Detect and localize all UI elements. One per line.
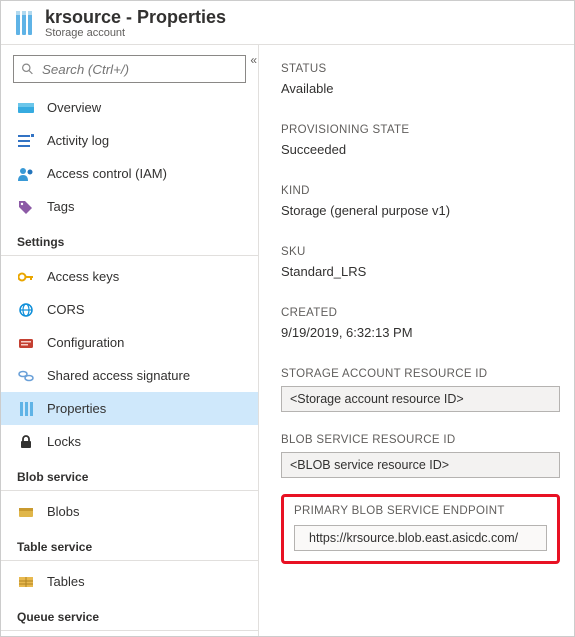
section-settings: Settings (1, 223, 258, 256)
nav-overview[interactable]: Overview (1, 91, 258, 124)
prop-status-value: Available (281, 81, 560, 96)
overview-icon (17, 99, 35, 117)
nav-label: Overview (47, 100, 101, 115)
properties-icon (17, 400, 35, 418)
configuration-icon (17, 334, 35, 352)
blobs-icon (17, 503, 35, 521)
prop-endpoint-box[interactable]: https://krsource.blob.east.asicdc.com/ (294, 525, 547, 551)
nav-label: Properties (47, 401, 106, 416)
nav-label: Blobs (47, 504, 80, 519)
nav-properties[interactable]: Properties (1, 392, 258, 425)
nav-activity-log[interactable]: Activity log (1, 124, 258, 157)
tables-icon (17, 573, 35, 591)
lock-icon (17, 433, 35, 451)
prop-sku-label: SKU (281, 246, 560, 258)
prop-created-value: 9/19/2019, 6:32:13 PM (281, 325, 560, 340)
primary-endpoint-highlight: PRIMARY BLOB SERVICE ENDPOINT https://kr… (281, 494, 560, 564)
nav-access-control[interactable]: Access control (IAM) (1, 157, 258, 190)
window-frame: krsource - Properties Storage account « … (0, 0, 575, 637)
search-container (13, 55, 246, 83)
nav-sas[interactable]: Shared access signature (1, 359, 258, 392)
nav-access-keys[interactable]: Access keys (1, 260, 258, 293)
nav-label: Access control (IAM) (47, 166, 167, 181)
prop-provisioning-value: Succeeded (281, 142, 560, 157)
sas-icon (17, 367, 35, 385)
section-queue-service: Queue service (1, 598, 258, 631)
prop-kind-label: KIND (281, 185, 560, 197)
prop-blobresid-box[interactable]: <BLOB service resource ID> (281, 452, 560, 478)
key-icon (17, 268, 35, 286)
nav-label: Tables (47, 574, 85, 589)
nav-label: Tags (47, 199, 74, 214)
properties-panel: STATUS Available PROVISIONING STATE Succ… (259, 45, 574, 636)
nav-label: Configuration (47, 335, 124, 350)
nav-tags[interactable]: Tags (1, 190, 258, 223)
access-control-icon (17, 165, 35, 183)
prop-provisioning-label: PROVISIONING STATE (281, 124, 560, 136)
blade-title: krsource - Properties (45, 7, 226, 28)
nav-label: Activity log (47, 133, 109, 148)
nav-label: Access keys (47, 269, 119, 284)
section-blob-service: Blob service (1, 458, 258, 491)
blade-header: krsource - Properties Storage account (1, 1, 574, 45)
search-input[interactable] (13, 55, 246, 83)
activity-log-icon (17, 132, 35, 150)
blade-subtitle: Storage account (45, 27, 226, 39)
collapse-sidebar-icon[interactable]: « (250, 53, 254, 67)
nav-label: CORS (47, 302, 85, 317)
prop-sku-value: Standard_LRS (281, 264, 560, 279)
prop-kind-value: Storage (general purpose v1) (281, 203, 560, 218)
nav-configuration[interactable]: Configuration (1, 326, 258, 359)
prop-resourceid-label: STORAGE ACCOUNT RESOURCE ID (281, 368, 560, 380)
prop-created-label: CREATED (281, 307, 560, 319)
prop-endpoint-label: PRIMARY BLOB SERVICE ENDPOINT (294, 505, 547, 517)
nav-locks[interactable]: Locks (1, 425, 258, 458)
section-table-service: Table service (1, 528, 258, 561)
prop-resourceid-box[interactable]: <Storage account resource ID> (281, 386, 560, 412)
cors-icon (17, 301, 35, 319)
nav-label: Shared access signature (47, 368, 190, 383)
storage-account-icon (13, 8, 35, 38)
nav-label: Locks (47, 434, 81, 449)
search-icon (21, 63, 34, 76)
prop-blobresid-label: BLOB SERVICE RESOURCE ID (281, 434, 560, 446)
prop-status-label: STATUS (281, 63, 560, 75)
nav-tables[interactable]: Tables (1, 565, 258, 598)
tags-icon (17, 198, 35, 216)
nav-blobs[interactable]: Blobs (1, 495, 258, 528)
nav-cors[interactable]: CORS (1, 293, 258, 326)
sidebar: « Overview Activity log (1, 45, 259, 636)
